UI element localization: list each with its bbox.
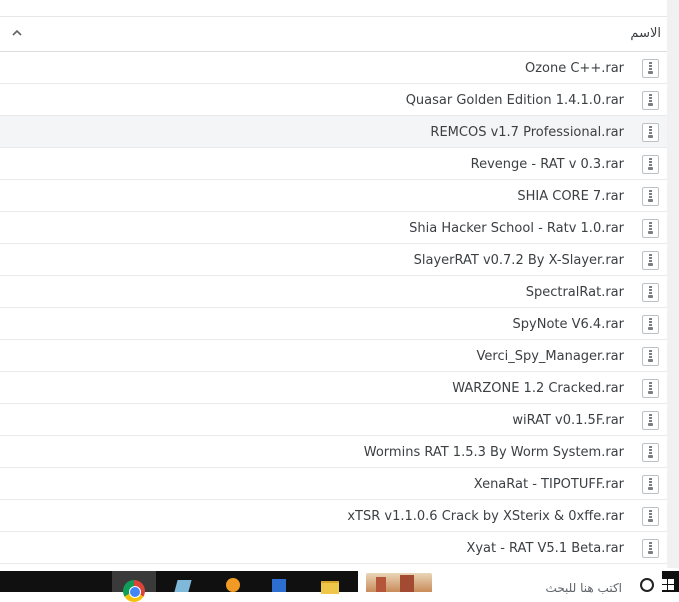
- file-name[interactable]: SpyNote V6.4.rar: [513, 317, 624, 332]
- search-highlight-image: [366, 573, 432, 592]
- sort-chevron-up-icon[interactable]: [10, 26, 24, 40]
- archive-icon: [642, 123, 659, 142]
- archive-icon: [642, 347, 659, 366]
- top-strip: [0, 0, 667, 17]
- file-name[interactable]: Xyat - RAT V5.1 Beta.rar: [466, 541, 624, 556]
- file-row[interactable]: SlayerRAT v0.7.2 By X-Slayer.rar: [0, 244, 667, 276]
- app-icon: [226, 578, 240, 592]
- app-icon: [174, 580, 192, 592]
- file-name[interactable]: wiRAT v0.1.5F.rar: [512, 413, 624, 428]
- file-explorer-taskbar-button[interactable]: [316, 571, 342, 594]
- taskbar: اكتب هنا للبحث: [0, 571, 679, 602]
- search-icon: [640, 578, 654, 592]
- archive-icon: [642, 411, 659, 430]
- archive-icon: [642, 379, 659, 398]
- file-name[interactable]: WARZONE 1.2 Cracked.rar: [452, 381, 624, 396]
- archive-icon: [642, 539, 659, 558]
- file-list: Ozone C++.rar Quasar Golden Edition 1.4.…: [0, 52, 667, 564]
- file-name[interactable]: REMCOS v1.7 Professional.rar: [430, 125, 624, 140]
- chrome-icon: [123, 580, 145, 602]
- name-column-header[interactable]: الاسم: [630, 26, 661, 41]
- file-row[interactable]: SpyNote V6.4.rar: [0, 308, 667, 340]
- file-row[interactable]: XenaRat - TIPOTUFF.rar: [0, 468, 667, 500]
- archive-icon: [642, 315, 659, 334]
- file-name[interactable]: xTSR v1.1.0.6 Crack by XSterix & 0xffe.r…: [347, 509, 624, 524]
- taskbar-app-button[interactable]: [170, 571, 196, 592]
- file-name[interactable]: Quasar Golden Edition 1.4.1.0.rar: [406, 93, 624, 108]
- file-name[interactable]: Wormins RAT 1.5.3 By Worm System.rar: [364, 445, 624, 460]
- archive-icon: [642, 251, 659, 270]
- archive-icon: [642, 187, 659, 206]
- file-row[interactable]: Quasar Golden Edition 1.4.1.0.rar: [0, 84, 667, 116]
- archive-icon: [642, 283, 659, 302]
- chrome-taskbar-button[interactable]: [112, 571, 156, 602]
- file-row[interactable]: Verci_Spy_Manager.rar: [0, 340, 667, 372]
- app-icon: [272, 579, 286, 592]
- file-row[interactable]: REMCOS v1.7 Professional.rar: [0, 116, 667, 148]
- file-row[interactable]: SHIA CORE 7.rar: [0, 180, 667, 212]
- archive-icon: [642, 475, 659, 494]
- file-name[interactable]: SlayerRAT v0.7.2 By X-Slayer.rar: [414, 253, 624, 268]
- file-name[interactable]: Revenge - RAT v 0.3.rar: [471, 157, 624, 172]
- folder-icon: [321, 581, 339, 594]
- file-row[interactable]: WARZONE 1.2 Cracked.rar: [0, 372, 667, 404]
- file-row[interactable]: wiRAT v0.1.5F.rar: [0, 404, 667, 436]
- archive-icon: [642, 443, 659, 462]
- file-row[interactable]: Xyat - RAT V5.1 Beta.rar: [0, 532, 667, 564]
- archive-icon: [642, 507, 659, 526]
- file-name[interactable]: XenaRat - TIPOTUFF.rar: [474, 477, 624, 492]
- file-name[interactable]: SpectralRat.rar: [526, 285, 624, 300]
- file-row[interactable]: SpectralRat.rar: [0, 276, 667, 308]
- file-row[interactable]: Wormins RAT 1.5.3 By Worm System.rar: [0, 436, 667, 468]
- archive-icon: [642, 219, 659, 238]
- file-row[interactable]: Shia Hacker School - Ratv 1.0.rar: [0, 212, 667, 244]
- file-row[interactable]: xTSR v1.1.0.6 Crack by XSterix & 0xffe.r…: [0, 500, 667, 532]
- search-placeholder: اكتب هنا للبحث: [545, 581, 622, 595]
- file-name[interactable]: SHIA CORE 7.rar: [517, 189, 624, 204]
- file-name[interactable]: Ozone C++.rar: [525, 61, 624, 76]
- archive-icon: [642, 155, 659, 174]
- windows-start-icon[interactable]: [661, 579, 675, 592]
- archive-icon: [642, 91, 659, 110]
- archive-icon: [642, 59, 659, 78]
- file-list-header: الاسم: [0, 17, 667, 52]
- taskbar-app-button[interactable]: [266, 571, 292, 592]
- file-name[interactable]: Verci_Spy_Manager.rar: [477, 349, 624, 364]
- file-row[interactable]: Ozone C++.rar: [0, 52, 667, 84]
- file-name[interactable]: Shia Hacker School - Ratv 1.0.rar: [409, 221, 624, 236]
- file-row[interactable]: Revenge - RAT v 0.3.rar: [0, 148, 667, 180]
- taskbar-search-box[interactable]: اكتب هنا للبحث: [358, 571, 662, 595]
- vertical-scrollbar[interactable]: [667, 0, 679, 568]
- taskbar-app-button[interactable]: [220, 571, 246, 592]
